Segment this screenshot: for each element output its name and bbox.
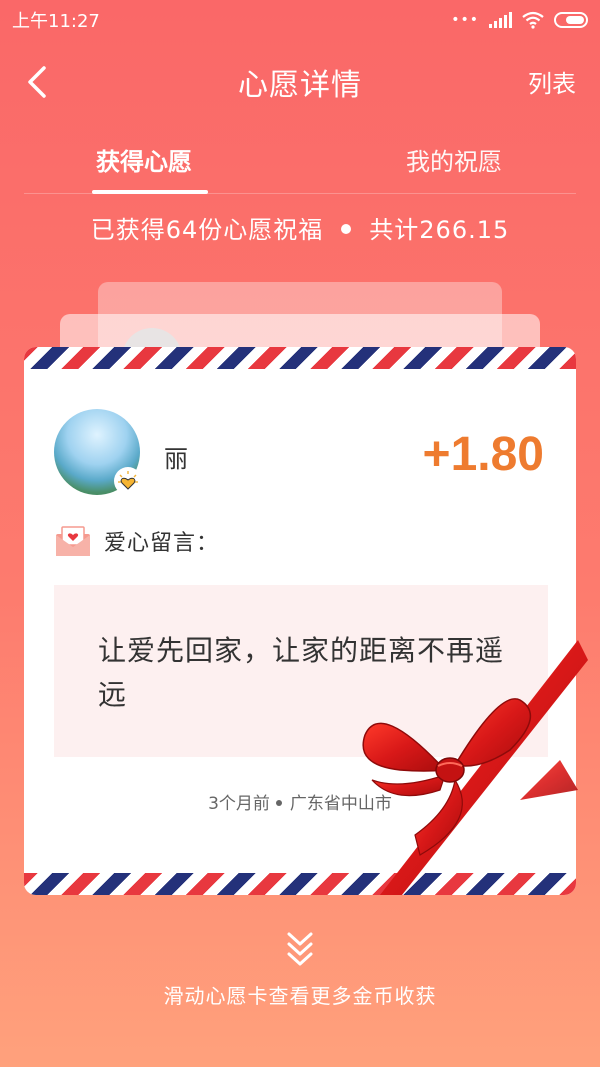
tab-received-wishes[interactable]: 获得心愿	[96, 142, 192, 191]
airmail-border-top	[24, 347, 576, 369]
list-button[interactable]: 列表	[528, 64, 576, 99]
message-label-row: 爱心留言：	[54, 525, 219, 557]
summary-separator	[341, 224, 352, 234]
status-dots: •••	[451, 12, 479, 28]
tab-my-blessings[interactable]: 我的祝愿	[406, 142, 502, 191]
message-box: 让爱先回家，让家的距离不再遥远	[54, 585, 548, 757]
total-amount: 共计266.15	[369, 216, 510, 244]
swipe-hint-text: 滑动心愿卡查看更多金币收获	[163, 984, 437, 1008]
airmail-border-bottom	[24, 873, 576, 895]
meta-separator	[275, 799, 282, 806]
message-text: 让爱先回家，让家的距离不再遥远	[98, 634, 505, 711]
nav-bar: 心愿详情 列表	[0, 50, 600, 114]
page-title: 心愿详情	[238, 68, 362, 103]
status-icons: •••	[451, 11, 588, 29]
envelope-heart-icon	[56, 526, 90, 556]
location: 广东省中山市	[289, 794, 392, 814]
heart-badge-icon	[114, 467, 142, 495]
received-count: 已获得64份心愿祝福	[90, 216, 324, 244]
swipe-hint[interactable]: 滑动心愿卡查看更多金币收获	[0, 930, 600, 1009]
signal-icon	[489, 12, 512, 28]
wifi-icon	[522, 11, 544, 29]
tab-bar: 获得心愿 我的祝愿	[24, 132, 576, 194]
wish-card[interactable]: 丽 +1.80 爱心留言： 让爱先回家，让家的距离不再遥远 3个月前 广东省中山市	[24, 347, 576, 895]
double-chevron-down-icon	[287, 932, 313, 966]
back-button[interactable]	[22, 64, 52, 100]
message-label: 爱心留言：	[104, 531, 220, 556]
card-meta: 3个月前 广东省中山市	[24, 789, 576, 814]
time-ago: 3个月前	[208, 794, 270, 814]
summary-line: 已获得64份心愿祝福 共计266.15	[0, 210, 600, 245]
active-tab-indicator	[92, 190, 208, 194]
battery-icon	[554, 12, 588, 28]
reward-amount: +1.80	[422, 428, 544, 481]
status-time: 上午11:27	[12, 11, 100, 32]
chevron-left-icon	[28, 66, 46, 98]
status-bar: 上午11:27 •••	[0, 0, 600, 40]
user-name: 丽	[164, 445, 188, 473]
